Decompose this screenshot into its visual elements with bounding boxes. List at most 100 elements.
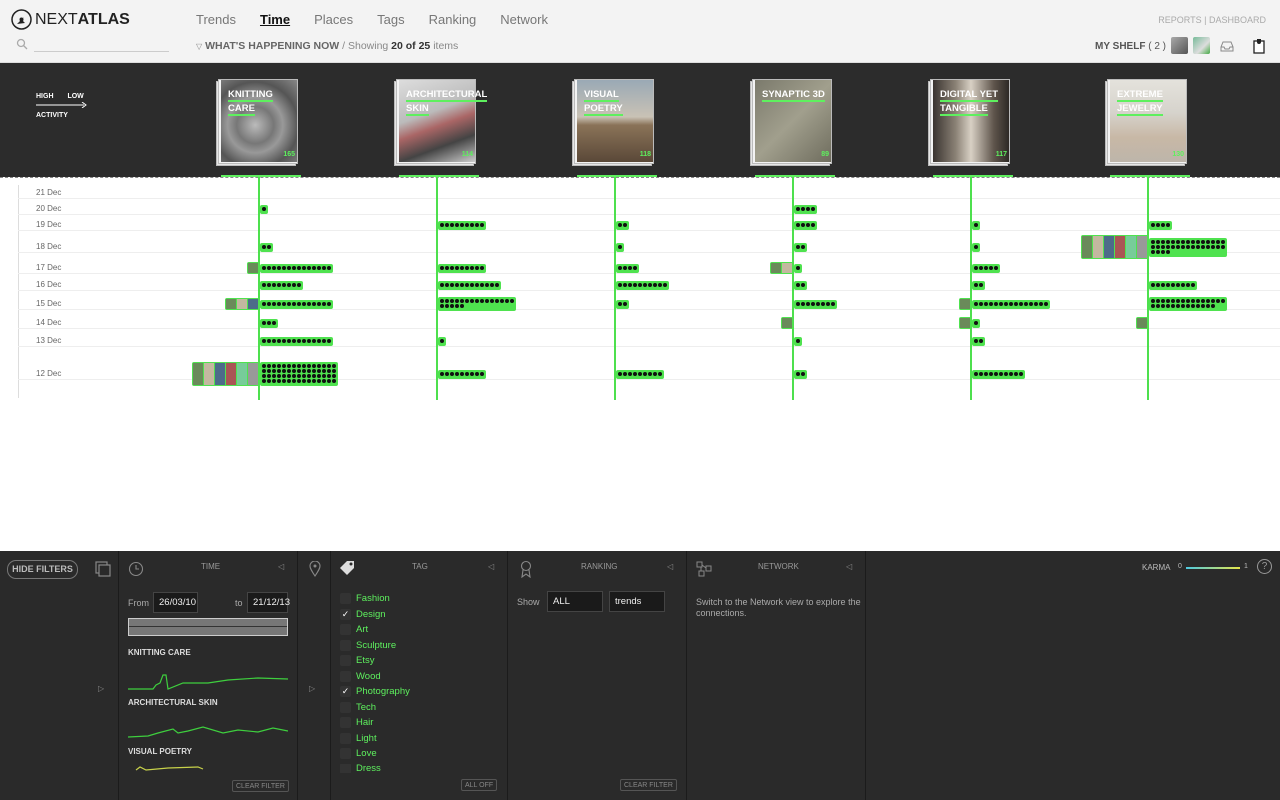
thumbnail-image[interactable] bbox=[237, 299, 247, 309]
whats-happening-link[interactable]: WHAT'S HAPPENING NOW bbox=[205, 40, 339, 52]
activity-dots[interactable] bbox=[260, 318, 278, 328]
thumbnail-image[interactable] bbox=[226, 363, 236, 385]
tag-filter-item[interactable]: Tech bbox=[340, 701, 376, 713]
tag-filter-item[interactable]: ✓ Design bbox=[340, 608, 386, 620]
tag-filter-item[interactable]: ✓ Photography bbox=[340, 686, 410, 697]
activity-thumbnails[interactable] bbox=[1081, 235, 1149, 259]
activity-dots[interactable] bbox=[260, 336, 333, 346]
activity-dots[interactable] bbox=[794, 204, 817, 214]
activity-dots[interactable] bbox=[260, 263, 333, 273]
activity-dots[interactable] bbox=[972, 263, 1000, 273]
clipboard-icon[interactable] bbox=[1251, 38, 1267, 54]
activity-thumbnails[interactable] bbox=[1136, 317, 1149, 329]
copy-icon[interactable] bbox=[95, 561, 111, 577]
activity-dots[interactable] bbox=[438, 369, 486, 379]
activity-thumbnails[interactable] bbox=[247, 262, 260, 274]
activity-dots[interactable] bbox=[1149, 280, 1197, 290]
thumbnail-image[interactable] bbox=[771, 263, 781, 273]
activity-dots[interactable] bbox=[794, 369, 807, 379]
activity-dots[interactable] bbox=[260, 280, 303, 290]
activity-dots[interactable] bbox=[794, 242, 807, 252]
trend-card[interactable]: VISUAL POETRY 118 bbox=[572, 78, 655, 168]
checkbox[interactable]: ✓ bbox=[340, 608, 351, 620]
expand-arrow-icon[interactable]: ▷ bbox=[309, 684, 315, 693]
hide-filters-button[interactable]: HIDE FILTERS bbox=[7, 560, 78, 579]
thumbnail-image[interactable] bbox=[960, 318, 970, 328]
activity-thumbnails[interactable] bbox=[770, 262, 794, 274]
thumbnail-image[interactable] bbox=[1104, 236, 1114, 258]
trend-card[interactable]: SYNAPTIC 3D 89 bbox=[750, 78, 833, 168]
activity-thumbnails[interactable] bbox=[959, 317, 972, 329]
nav-ranking[interactable]: Ranking bbox=[429, 12, 477, 27]
checkbox[interactable] bbox=[340, 624, 351, 635]
activity-dots[interactable] bbox=[438, 263, 486, 273]
tag-filter-item[interactable]: Hair bbox=[340, 717, 373, 728]
thumbnail-image[interactable] bbox=[1115, 236, 1125, 258]
activity-dots[interactable] bbox=[1149, 220, 1172, 230]
activity-dots[interactable] bbox=[260, 242, 273, 252]
nav-trends[interactable]: Trends bbox=[196, 12, 236, 27]
collapse-arrow-icon[interactable]: ◁ bbox=[488, 562, 494, 571]
activity-dots[interactable] bbox=[972, 280, 985, 290]
checkbox[interactable]: ✓ bbox=[340, 686, 351, 697]
trend-card[interactable]: EXTREME JEWELRY 130 bbox=[1105, 78, 1188, 168]
activity-dots[interactable] bbox=[794, 220, 817, 230]
checkbox[interactable] bbox=[340, 748, 351, 759]
collapse-arrow-icon[interactable]: ◁ bbox=[278, 562, 284, 571]
tag-filter-item[interactable]: Art bbox=[340, 624, 368, 635]
thumbnail-image[interactable] bbox=[193, 363, 203, 385]
thumbnail-image[interactable] bbox=[960, 299, 970, 309]
activity-dots[interactable] bbox=[260, 362, 338, 386]
tags-all-off-button[interactable]: ALL OFF bbox=[461, 779, 498, 791]
collapse-arrow-icon[interactable]: ◁ bbox=[846, 562, 852, 571]
activity-thumbnails[interactable] bbox=[959, 298, 972, 310]
checkbox[interactable] bbox=[340, 593, 351, 604]
activity-dots[interactable] bbox=[794, 263, 802, 273]
karma-slider[interactable] bbox=[1186, 567, 1240, 569]
from-date-input[interactable]: 26/03/10 bbox=[153, 592, 198, 613]
activity-thumbnails[interactable] bbox=[225, 298, 260, 310]
dashboard-link[interactable]: DASHBOARD bbox=[1209, 15, 1266, 25]
tag-filter-item[interactable]: Wood bbox=[340, 670, 381, 682]
checkbox[interactable] bbox=[340, 655, 351, 666]
activity-dots[interactable] bbox=[1149, 237, 1227, 257]
thumbnail-image[interactable] bbox=[204, 363, 214, 385]
thumbnail-image[interactable] bbox=[1082, 236, 1092, 258]
ranking-clear-filter-button[interactable]: CLEAR FILTER bbox=[620, 779, 677, 791]
checkbox[interactable] bbox=[340, 670, 351, 682]
checkbox[interactable] bbox=[340, 732, 351, 744]
nav-tags[interactable]: Tags bbox=[377, 12, 404, 27]
collapse-arrow-icon[interactable]: ◁ bbox=[667, 562, 673, 571]
my-shelf[interactable]: MY SHELF ( 2 ) bbox=[1095, 41, 1166, 52]
thumbnail-image[interactable] bbox=[237, 363, 247, 385]
activity-dots[interactable] bbox=[616, 369, 664, 379]
trend-card[interactable]: ARCHITECTURAL SKIN 114 bbox=[394, 78, 488, 168]
activity-dots[interactable] bbox=[972, 369, 1025, 379]
thumbnail-image[interactable] bbox=[1137, 236, 1147, 258]
activity-dots[interactable] bbox=[972, 299, 1050, 309]
expand-arrow-icon[interactable]: ▷ bbox=[98, 684, 104, 693]
activity-dots[interactable] bbox=[616, 280, 669, 290]
activity-dots[interactable] bbox=[1149, 297, 1227, 311]
checkbox[interactable] bbox=[340, 763, 351, 773]
activity-dots[interactable] bbox=[972, 220, 980, 230]
reports-link[interactable]: REPORTS bbox=[1158, 15, 1201, 25]
activity-dots[interactable] bbox=[616, 299, 629, 309]
trend-card[interactable]: DIGITAL YET TANGIBLE 117 bbox=[928, 78, 1011, 168]
checkbox[interactable] bbox=[340, 701, 351, 713]
tag-filter-item[interactable]: Etsy bbox=[340, 655, 374, 666]
checkbox[interactable] bbox=[340, 717, 351, 728]
time-clear-filter-button[interactable]: CLEAR FILTER bbox=[232, 780, 289, 792]
activity-dots[interactable] bbox=[438, 220, 486, 230]
shelf-thumbnail[interactable] bbox=[1193, 37, 1210, 54]
trend-card[interactable]: KNITTING CARE 165 bbox=[216, 78, 299, 168]
shelf-thumbnail[interactable] bbox=[1171, 37, 1188, 54]
checkbox[interactable] bbox=[340, 639, 351, 651]
thumbnail-image[interactable] bbox=[782, 263, 792, 273]
activity-dots[interactable] bbox=[260, 204, 268, 214]
activity-dots[interactable] bbox=[438, 280, 501, 290]
thumbnail-image[interactable] bbox=[248, 263, 258, 273]
to-date-input[interactable]: 21/12/13 bbox=[247, 592, 290, 613]
activity-dots[interactable] bbox=[260, 299, 333, 309]
activity-dots[interactable] bbox=[616, 242, 624, 252]
